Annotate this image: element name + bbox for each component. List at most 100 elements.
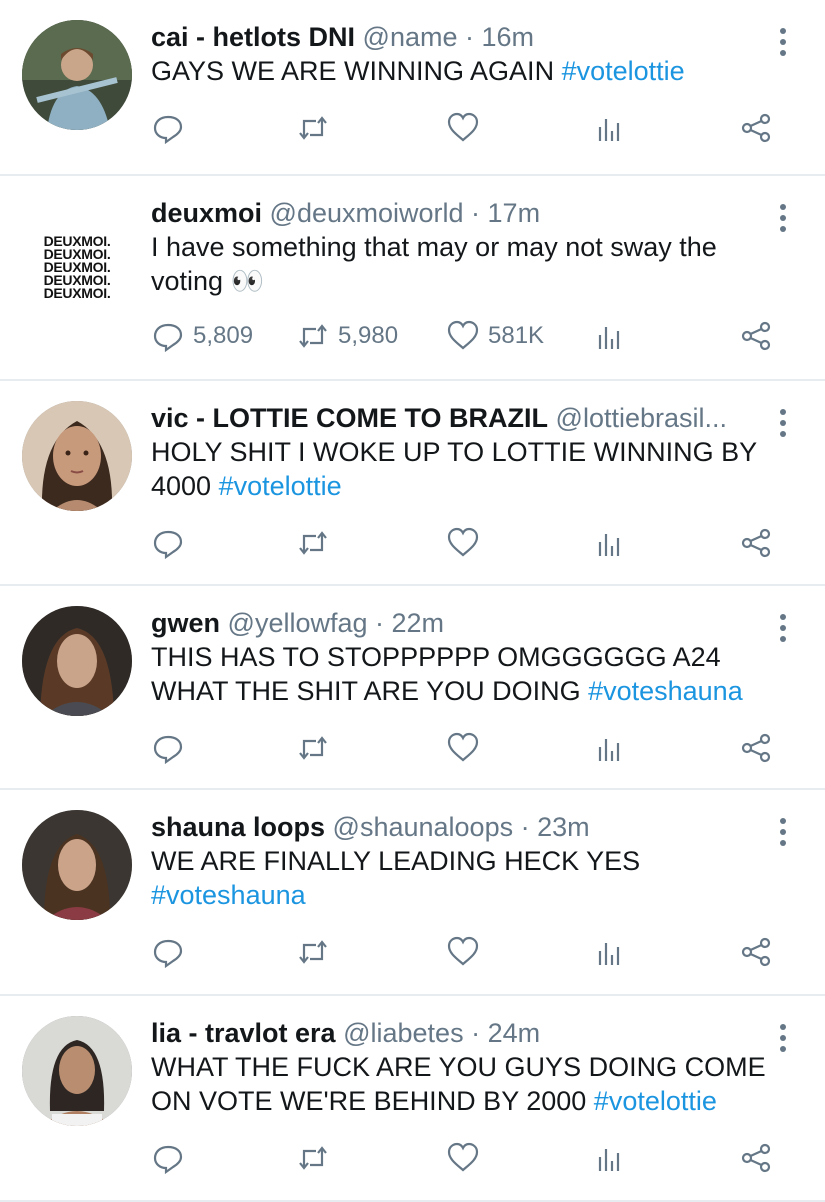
avatar[interactable]: [22, 20, 132, 130]
avatar[interactable]: [22, 401, 132, 511]
display-name[interactable]: lia - travlot era: [151, 1018, 336, 1048]
more-options-icon[interactable]: [779, 1024, 787, 1052]
share-button[interactable]: [739, 318, 773, 354]
timestamp[interactable]: · 17m: [471, 198, 540, 228]
display-name[interactable]: shauna loops: [151, 812, 325, 842]
analytics-icon: [598, 119, 620, 141]
tweet-text: GAYS WE ARE WINNING AGAIN #votelottie: [151, 56, 685, 86]
like-button[interactable]: [446, 730, 480, 766]
analytics-button[interactable]: [593, 110, 627, 146]
hashtag-link[interactable]: #votelottie: [594, 1086, 717, 1116]
hashtag-link[interactable]: #votelottie: [219, 471, 342, 501]
timestamp[interactable]: · 16m: [465, 22, 534, 52]
retweet-button[interactable]: [296, 730, 330, 766]
display-name[interactable]: gwen: [151, 608, 220, 638]
heart-icon: [447, 112, 479, 142]
tweet[interactable]: gwen @yellowfag · 22m THIS HAS TO STOPPP…: [0, 586, 825, 790]
share-button[interactable]: [739, 1140, 773, 1176]
analytics-icon: [598, 943, 620, 965]
reply-button[interactable]: [151, 730, 185, 766]
reply-button[interactable]: [151, 1140, 185, 1176]
share-button[interactable]: [739, 110, 773, 146]
retweet-button[interactable]: [296, 110, 338, 146]
retweet-button[interactable]: [296, 934, 330, 970]
hashtag-link[interactable]: #voteshauna: [151, 880, 306, 910]
like-button[interactable]: [446, 1140, 480, 1176]
timeline-feed: cai - hetlots DNI @name · 16m GAYS WE AR…: [0, 0, 825, 1202]
reply-icon: [153, 1145, 183, 1175]
reply-button[interactable]: [151, 525, 185, 561]
reply-button[interactable]: [151, 110, 193, 146]
retweet-icon: [299, 324, 327, 348]
analytics-button[interactable]: [593, 730, 627, 766]
timestamp[interactable]: · 22m: [375, 608, 444, 638]
display-name[interactable]: deuxmoi: [151, 198, 262, 228]
reply-button[interactable]: 5,809: [151, 318, 253, 354]
tweet[interactable]: lia - travlot era @liabetes · 24m WHAT T…: [0, 996, 825, 1202]
tweet-text: I have something that may or may not swa…: [151, 232, 717, 296]
share-button[interactable]: [739, 934, 773, 970]
handle[interactable]: @liabetes: [343, 1018, 463, 1048]
tweet[interactable]: cai - hetlots DNI @name · 16m GAYS WE AR…: [0, 0, 825, 176]
analytics-icon: [598, 534, 620, 556]
analytics-button[interactable]: [593, 1140, 627, 1176]
tweet-text: WHAT THE FUCK ARE YOU GUYS DOING COME ON…: [151, 1052, 766, 1116]
share-icon: [741, 733, 771, 763]
analytics-button[interactable]: [593, 318, 627, 354]
analytics-button[interactable]: [593, 525, 627, 561]
heart-icon: [447, 732, 479, 762]
like-count: 581K: [488, 322, 545, 349]
analytics-icon: [598, 1149, 620, 1171]
like-button[interactable]: [446, 525, 480, 561]
reply-count: 5,809: [193, 322, 254, 349]
share-button[interactable]: [739, 730, 773, 766]
tweet[interactable]: vic - LOTTIE COME TO BRAZIL @lottiebrasi…: [0, 381, 825, 586]
more-options-icon[interactable]: [779, 614, 787, 642]
share-icon: [741, 528, 771, 558]
retweet-icon: [299, 116, 327, 140]
avatar[interactable]: [22, 1016, 132, 1126]
like-button[interactable]: 581K: [446, 318, 544, 354]
tweet-text: HOLY SHIT I WOKE UP TO LOTTIE WINNING BY…: [151, 437, 757, 501]
retweet-icon: [299, 940, 327, 964]
heart-icon: [447, 527, 479, 557]
retweet-count: 5,980: [338, 322, 399, 349]
heart-icon: [447, 320, 479, 350]
avatar[interactable]: [22, 810, 132, 920]
more-options-icon[interactable]: [779, 204, 787, 232]
reply-icon: [153, 115, 183, 145]
timestamp[interactable]: · 24m: [471, 1018, 540, 1048]
heart-icon: [447, 936, 479, 966]
analytics-icon: [598, 739, 620, 761]
share-icon: [741, 937, 771, 967]
more-options-icon[interactable]: [779, 818, 787, 846]
reply-icon: [153, 735, 183, 765]
retweet-icon: [299, 736, 327, 760]
avatar[interactable]: DEUXMOI. DEUXMOI. DEUXMOI. DEUXMOI. DEUX…: [22, 212, 132, 322]
more-options-icon[interactable]: [779, 28, 787, 56]
reply-button[interactable]: [151, 934, 185, 970]
analytics-button[interactable]: [593, 934, 627, 970]
tweet[interactable]: DEUXMOI. DEUXMOI. DEUXMOI. DEUXMOI. DEUX…: [0, 176, 825, 381]
handle[interactable]: @lottiebrasil...: [556, 403, 727, 433]
more-options-icon[interactable]: [779, 409, 787, 437]
retweet-button[interactable]: 5,980: [296, 318, 398, 354]
tweet[interactable]: shauna loops @shaunaloops · 23m WE ARE F…: [0, 790, 825, 996]
retweet-button[interactable]: [296, 525, 330, 561]
handle[interactable]: @deuxmoiworld: [270, 198, 464, 228]
avatar[interactable]: [22, 606, 132, 716]
handle[interactable]: @shaunaloops: [333, 812, 514, 842]
handle[interactable]: @yellowfag: [228, 608, 368, 638]
display-name[interactable]: vic - LOTTIE COME TO BRAZIL: [151, 403, 548, 433]
display-name[interactable]: cai - hetlots DNI: [151, 22, 355, 52]
like-button[interactable]: [446, 934, 480, 970]
share-button[interactable]: [739, 525, 773, 561]
handle[interactable]: @name: [363, 22, 458, 52]
retweet-button[interactable]: [296, 1140, 330, 1176]
like-button[interactable]: [446, 110, 488, 146]
timestamp[interactable]: · 23m: [521, 812, 590, 842]
hashtag-link[interactable]: #votelottie: [562, 56, 685, 86]
reply-icon: [153, 530, 183, 560]
reply-icon: [153, 323, 183, 353]
hashtag-link[interactable]: #voteshauna: [588, 676, 743, 706]
